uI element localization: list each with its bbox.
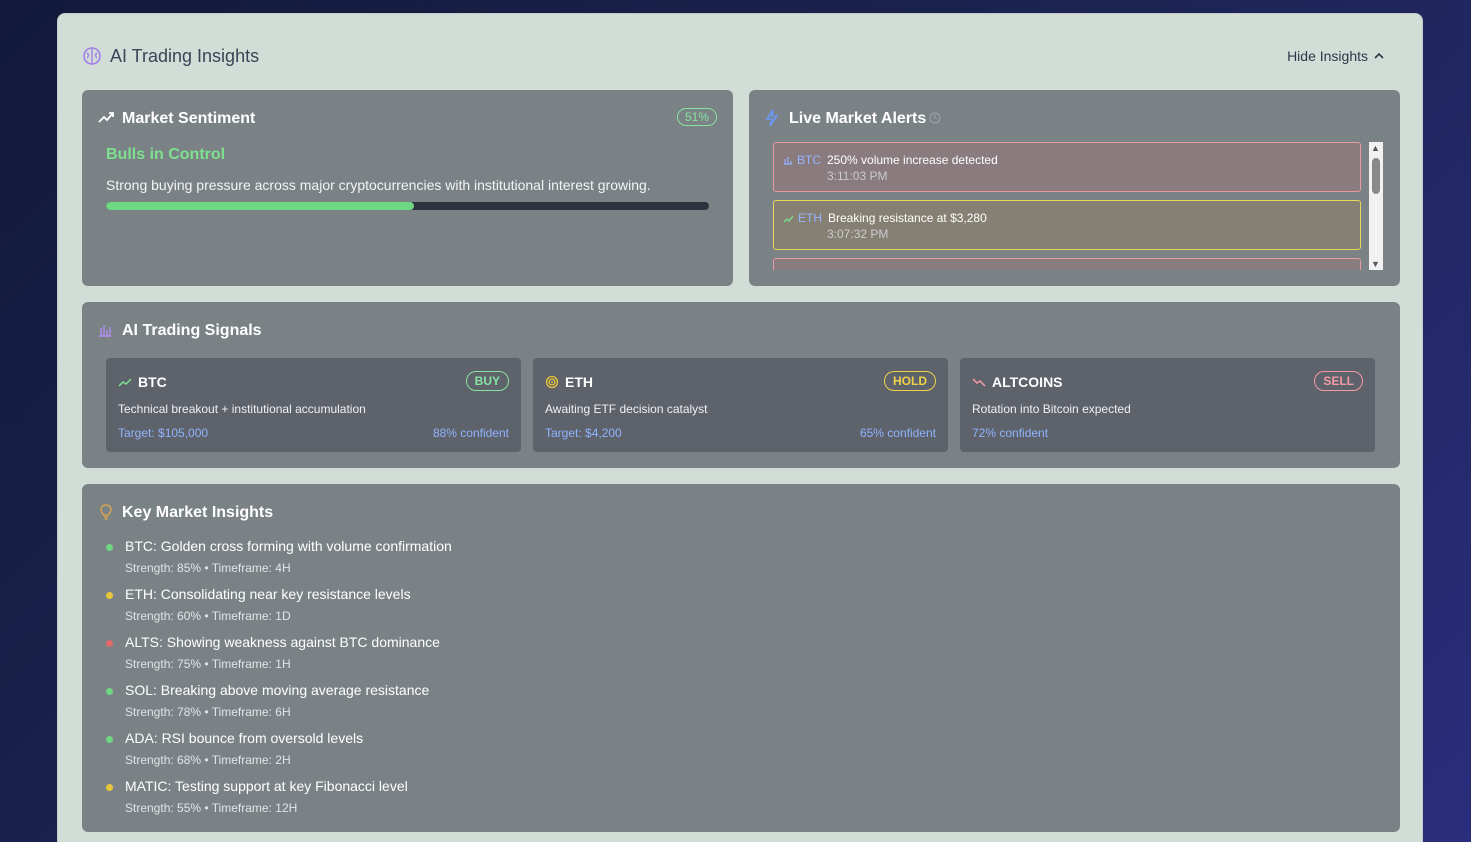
insights-panel: AI Trading Insights Hide Insights Market…: [57, 13, 1423, 842]
bar-chart-icon: [784, 157, 792, 165]
insight-status-dot: [106, 688, 113, 695]
signal-confidence: 72% confident: [972, 426, 1049, 440]
insight-status-dot: [106, 736, 113, 743]
panel-header: AI Trading Insights Hide Insights: [82, 46, 1398, 70]
scrollbar-thumb[interactable]: [1372, 158, 1380, 194]
signal-name: BTC: [138, 374, 167, 390]
hide-insights-label: Hide Insights: [1287, 48, 1368, 64]
signal-action-badge: BUY: [465, 371, 509, 391]
insight-item: ALTS: Showing weakness against BTC domin…: [106, 634, 806, 678]
alert-message: Breaking resistance at $3,280: [828, 211, 987, 225]
signals-title: AI Trading Signals: [122, 322, 262, 339]
insight-title: BTC: Golden cross forming with volume co…: [125, 538, 452, 554]
sentiment-progress-fill: [106, 202, 414, 210]
insight-status-dot: [106, 640, 113, 647]
sentiment-progress: [106, 202, 709, 210]
live-alerts-card: Live Market Alerts BTC 250% volume incre…: [749, 90, 1400, 286]
insight-title: MATIC: Testing support at key Fibonacci …: [125, 778, 408, 794]
signal-card-altcoins[interactable]: ALTCOINS SELL Rotation into Bitcoin expe…: [960, 358, 1375, 452]
signal-description: Awaiting ETF decision catalyst: [545, 402, 708, 416]
alert-time: 3:07:32 PM: [827, 227, 889, 241]
bar-chart-icon: [99, 325, 111, 337]
alert-symbol-label: BTC: [797, 153, 821, 167]
signal-confidence: 65% confident: [859, 426, 936, 440]
insights-title: Key Market Insights: [122, 504, 274, 521]
hide-insights-button[interactable]: Hide Insights: [1287, 48, 1384, 64]
insight-meta: Strength: 68% • Timeframe: 2H: [125, 753, 291, 767]
panel-title: AI Trading Insights: [110, 46, 260, 66]
trending-down-icon: [972, 378, 986, 387]
alert-symbol: BTC: [783, 153, 821, 167]
trending-up-icon: [118, 378, 132, 387]
insight-item: BTC: Golden cross forming with volume co…: [106, 538, 806, 582]
sentiment-percent-badge: 51%: [676, 108, 717, 126]
sentiment-description: Strong buying pressure across major cryp…: [106, 177, 651, 193]
signal-action-badge: HOLD: [884, 371, 936, 391]
market-sentiment-card: Market Sentiment 51% Bulls in Control St…: [82, 90, 733, 286]
alerts-list[interactable]: BTC 250% volume increase detected 3:11:0…: [773, 142, 1361, 270]
signal-name: ALTCOINS: [992, 374, 1063, 390]
alert-item[interactable]: ETH Breaking resistance at $3,280 3:07:3…: [773, 200, 1361, 250]
signal-action-badge: SELL: [1314, 371, 1363, 391]
alert-symbol: ETH: [783, 211, 822, 225]
sentiment-title: Market Sentiment: [122, 110, 256, 127]
clock-icon: [929, 112, 941, 124]
signal-name: ETH: [565, 374, 593, 390]
insight-title: ALTS: Showing weakness against BTC domin…: [125, 634, 440, 650]
signal-target: Target: $4,200: [545, 426, 622, 440]
insight-meta: Strength: 55% • Timeframe: 12H: [125, 801, 298, 815]
alerts-title: Live Market Alerts: [789, 110, 927, 127]
brain-icon: [83, 47, 101, 65]
lightning-icon: [765, 109, 779, 127]
key-insights-card: Key Market Insights BTC: Golden cross fo…: [82, 484, 1400, 832]
chevron-up-icon: [1374, 52, 1384, 59]
signal-card-btc[interactable]: BTC BUY Technical breakout + institution…: [106, 358, 521, 452]
insight-meta: Strength: 75% • Timeframe: 1H: [125, 657, 291, 671]
insight-item: MATIC: Testing support at key Fibonacci …: [106, 778, 806, 822]
insight-item: ETH: Consolidating near key resistance l…: [106, 586, 806, 630]
insight-meta: Strength: 78% • Timeframe: 6H: [125, 705, 291, 719]
insight-status-dot: [106, 592, 113, 599]
alert-item[interactable]: BTC 250% volume increase detected 3:11:0…: [773, 142, 1361, 192]
trending-up-icon: [98, 112, 114, 123]
insight-item: SOL: Breaking above moving average resis…: [106, 682, 806, 726]
alerts-scrollbar[interactable]: ▲ ▼: [1369, 142, 1383, 270]
insight-meta: Strength: 85% • Timeframe: 4H: [125, 561, 291, 575]
insight-title: ETH: Consolidating near key resistance l…: [125, 586, 411, 602]
signal-card-eth[interactable]: ETH HOLD Awaiting ETF decision catalyst …: [533, 358, 948, 452]
signal-description: Rotation into Bitcoin expected: [972, 402, 1131, 416]
insight-title: SOL: Breaking above moving average resis…: [125, 682, 430, 698]
target-icon: [545, 375, 559, 389]
alert-message: 250% volume increase detected: [827, 153, 998, 167]
insight-meta: Strength: 60% • Timeframe: 1D: [125, 609, 291, 623]
signal-description: Technical breakout + institutional accum…: [118, 402, 366, 416]
scroll-up-arrow-icon[interactable]: ▲: [1371, 143, 1380, 153]
insight-item: ADA: RSI bounce from oversold levels Str…: [106, 730, 806, 774]
insight-status-dot: [106, 544, 113, 551]
alert-symbol-label: ETH: [798, 211, 822, 225]
trading-signals-card: AI Trading Signals BTC BUY Technical bre…: [82, 302, 1400, 468]
lightbulb-icon: [100, 504, 112, 520]
signal-confidence: 88% confident: [432, 426, 509, 440]
alert-item[interactable]: [773, 258, 1361, 270]
signal-target: Target: $105,000: [118, 426, 209, 440]
trending-up-icon: [783, 215, 794, 222]
sentiment-headline: Bulls in Control: [106, 146, 226, 163]
scroll-down-arrow-icon[interactable]: ▼: [1371, 259, 1380, 269]
insight-status-dot: [106, 784, 113, 791]
insight-title: ADA: RSI bounce from oversold levels: [125, 730, 364, 746]
alert-time: 3:11:03 PM: [827, 169, 888, 183]
